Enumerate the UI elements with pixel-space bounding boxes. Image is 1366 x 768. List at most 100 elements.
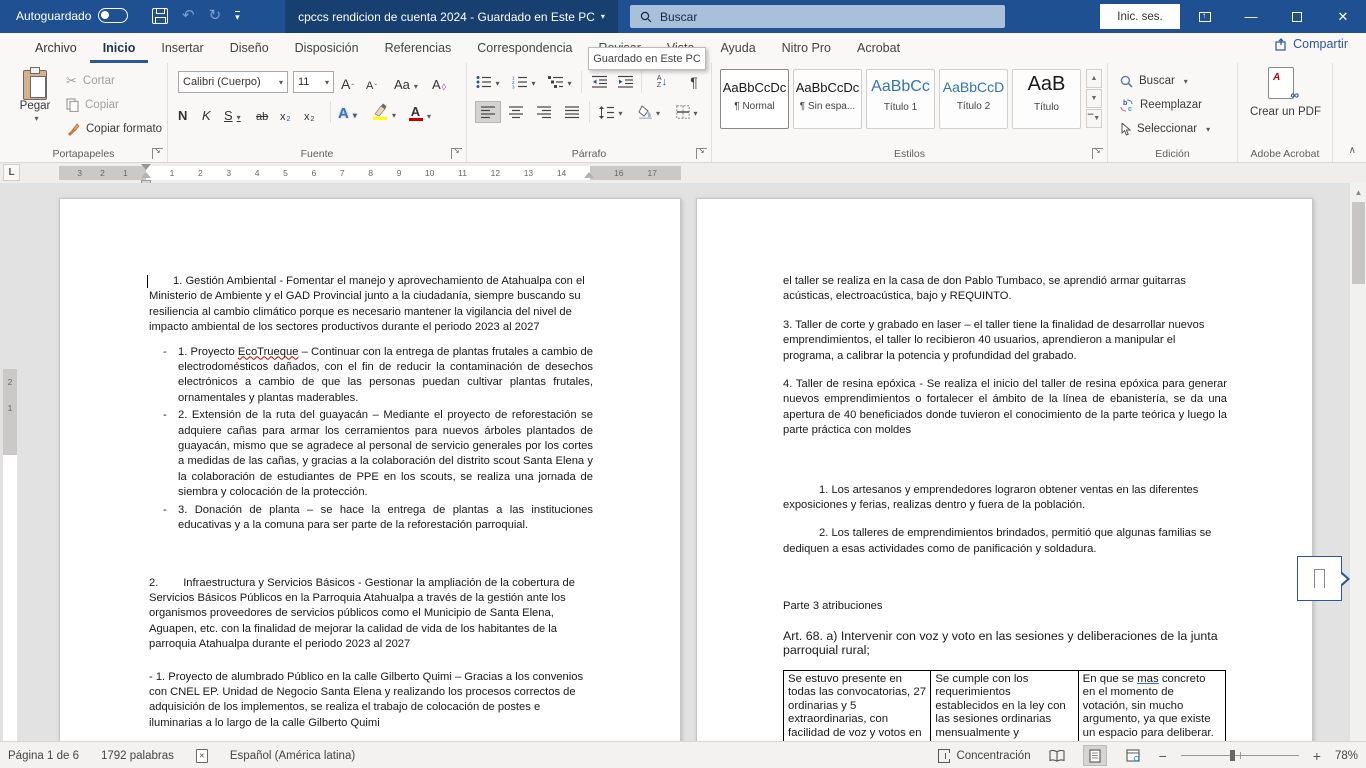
word-count[interactable]: 1792 palabras <box>101 750 174 762</box>
clipboard-dialog-launcher[interactable] <box>152 148 163 159</box>
close-button[interactable]: ✕ <box>1320 0 1366 33</box>
restore-button[interactable] <box>1274 0 1320 33</box>
underline-button[interactable]: S <box>224 101 241 125</box>
font-size-combobox[interactable]: 11 <box>293 71 334 93</box>
resume-reading-bookmark[interactable] <box>1297 556 1342 601</box>
style-titulo-1[interactable]: AaBbCc Título 1 <box>866 69 935 129</box>
search-input[interactable]: Buscar <box>630 5 1005 28</box>
vertical-scrollbar[interactable]: ▲ <box>1349 183 1366 741</box>
italic-button[interactable]: K <box>202 101 211 125</box>
tab-acrobat[interactable]: Acrobat <box>844 33 913 63</box>
focus-mode-button[interactable]: Concentración <box>938 749 1030 763</box>
language-indicator[interactable]: Español (América latina) <box>230 750 355 762</box>
zoom-slider-thumb[interactable] <box>1230 750 1235 761</box>
scrollbar-thumb[interactable] <box>1352 202 1365 284</box>
align-center-button[interactable] <box>503 101 529 123</box>
superscript-button[interactable]: x2 <box>304 101 314 125</box>
format-painter-button[interactable]: Copiar formato <box>66 117 162 141</box>
undo-icon[interactable]: ↶ <box>182 4 195 28</box>
align-right-button[interactable] <box>531 101 557 123</box>
font-family-combobox[interactable]: Calibri (Cuerpo) <box>178 71 288 93</box>
horizontal-ruler[interactable]: L 321 1234567891011121314 1617 <box>0 163 1366 183</box>
justify-button[interactable] <box>559 101 585 123</box>
line-spacing-button[interactable] <box>595 101 627 123</box>
find-button[interactable]: Buscar <box>1120 69 1188 93</box>
multilevel-list-button[interactable] <box>547 71 573 93</box>
select-button[interactable]: Seleccionar <box>1120 117 1210 141</box>
paragraph-dialog-launcher[interactable] <box>696 148 707 159</box>
share-button[interactable]: Compartir <box>1275 37 1348 51</box>
increase-indent-button[interactable] <box>613 71 639 93</box>
style-titulo-2[interactable]: AaBbCcD Título 2 <box>939 69 1008 129</box>
tab-inicio[interactable]: Inicio <box>90 33 149 63</box>
styles-scroll-down-icon[interactable]: ▼ <box>1086 89 1102 108</box>
tab-correspondencia[interactable]: Correspondencia <box>464 33 585 63</box>
style-sin-espaciado[interactable]: AaBbCcDc ¶ Sin espa... <box>793 69 862 129</box>
web-layout-button[interactable] <box>1121 745 1145 766</box>
right-indent-marker[interactable] <box>584 172 594 178</box>
read-mode-button[interactable] <box>1045 745 1069 766</box>
copy-button[interactable]: Copiar <box>66 93 119 117</box>
borders-button[interactable] <box>671 101 703 123</box>
strikethrough-button[interactable]: ab <box>256 101 268 125</box>
tab-ayuda[interactable]: Ayuda <box>707 33 768 63</box>
ribbon-display-options-button[interactable] <box>1182 0 1228 33</box>
styles-more-icon[interactable]: ▔▼ <box>1086 109 1102 128</box>
page-1[interactable]: 1. Gestión Ambiental - Fomentar el manej… <box>59 198 681 741</box>
grow-font-button[interactable]: Aˆ <box>341 70 354 94</box>
zoom-level[interactable]: 78% <box>1335 750 1358 762</box>
tab-stop-selector[interactable]: L <box>3 164 20 181</box>
cut-button[interactable]: ✂ Cortar <box>66 69 115 93</box>
paste-button[interactable]: Pegar <box>8 68 62 142</box>
proofing-errors-icon[interactable] <box>196 749 208 763</box>
customize-qat-icon[interactable]: ▾ <box>235 11 240 21</box>
styles-scroll-up-icon[interactable]: ▲ <box>1086 69 1102 88</box>
redo-icon[interactable]: ↻ <box>209 4 222 28</box>
styles-dialog-launcher[interactable] <box>1092 148 1103 159</box>
print-layout-button[interactable] <box>1083 745 1107 766</box>
font-color-button[interactable]: A <box>408 100 431 124</box>
highlight-button[interactable] <box>372 99 396 123</box>
first-line-indent-marker[interactable] <box>141 164 151 170</box>
sort-button[interactable]: AZ ↓ <box>647 71 677 93</box>
hanging-indent-marker[interactable] <box>141 172 151 178</box>
decrease-indent-button[interactable] <box>587 71 613 93</box>
paste-dropdown-icon[interactable] <box>31 112 38 124</box>
text-effects-button[interactable]: A <box>338 100 357 124</box>
autosave-toggle[interactable] <box>98 8 128 23</box>
collapse-ribbon-icon[interactable]: ∧ <box>1349 145 1356 156</box>
minimize-button[interactable]: — <box>1228 0 1274 33</box>
document-title[interactable]: cpccs rendicion de cuenta 2024 - Guardad… <box>285 0 618 33</box>
replace-button[interactable]: bc Reemplazar <box>1120 93 1202 117</box>
numbered-list-button[interactable]: 123 <box>511 71 537 93</box>
scroll-up-icon[interactable]: ▲ <box>1350 185 1366 200</box>
clear-formatting-button[interactable]: A◊ <box>432 70 446 94</box>
tab-archivo[interactable]: Archivo <box>22 33 90 63</box>
subscript-button[interactable]: x2 <box>280 101 290 125</box>
zoom-out-button[interactable]: − <box>1159 748 1167 764</box>
zoom-slider[interactable] <box>1181 755 1299 756</box>
vertical-ruler[interactable]: 21 <box>3 369 17 741</box>
page-indicator[interactable]: Página 1 de 6 <box>8 750 79 762</box>
autosave-control[interactable]: Autoguardado <box>16 8 128 23</box>
shading-button[interactable] <box>633 101 665 123</box>
style-normal[interactable]: AaBbCcDc ¶ Normal <box>720 69 789 129</box>
bullet-list-button[interactable] <box>475 71 501 93</box>
font-dialog-launcher[interactable] <box>451 148 462 159</box>
save-icon[interactable] <box>152 8 168 24</box>
change-case-button[interactable]: Aa <box>394 70 418 94</box>
tab-referencias[interactable]: Referencias <box>372 33 465 63</box>
align-left-button[interactable] <box>475 101 501 123</box>
show-marks-button[interactable]: ¶ <box>681 71 707 93</box>
create-pdf-button[interactable]: A ∞ Crear un PDF <box>1238 63 1333 143</box>
tab-insertar[interactable]: Insertar <box>148 33 216 63</box>
page-2[interactable]: el taller se realiza en la casa de don P… <box>696 198 1313 741</box>
tab-nitro-pro[interactable]: Nitro Pro <box>769 33 844 63</box>
shrink-font-button[interactable]: Aˇ <box>366 70 377 94</box>
style-titulo[interactable]: AaB Título <box>1012 69 1081 129</box>
zoom-in-button[interactable]: + <box>1313 748 1321 764</box>
tab-diseno[interactable]: Diseño <box>217 33 282 63</box>
bold-button[interactable]: N <box>178 101 187 125</box>
tab-disposicion[interactable]: Disposición <box>282 33 372 63</box>
sign-in-button[interactable]: Inic. ses. <box>1100 4 1180 29</box>
